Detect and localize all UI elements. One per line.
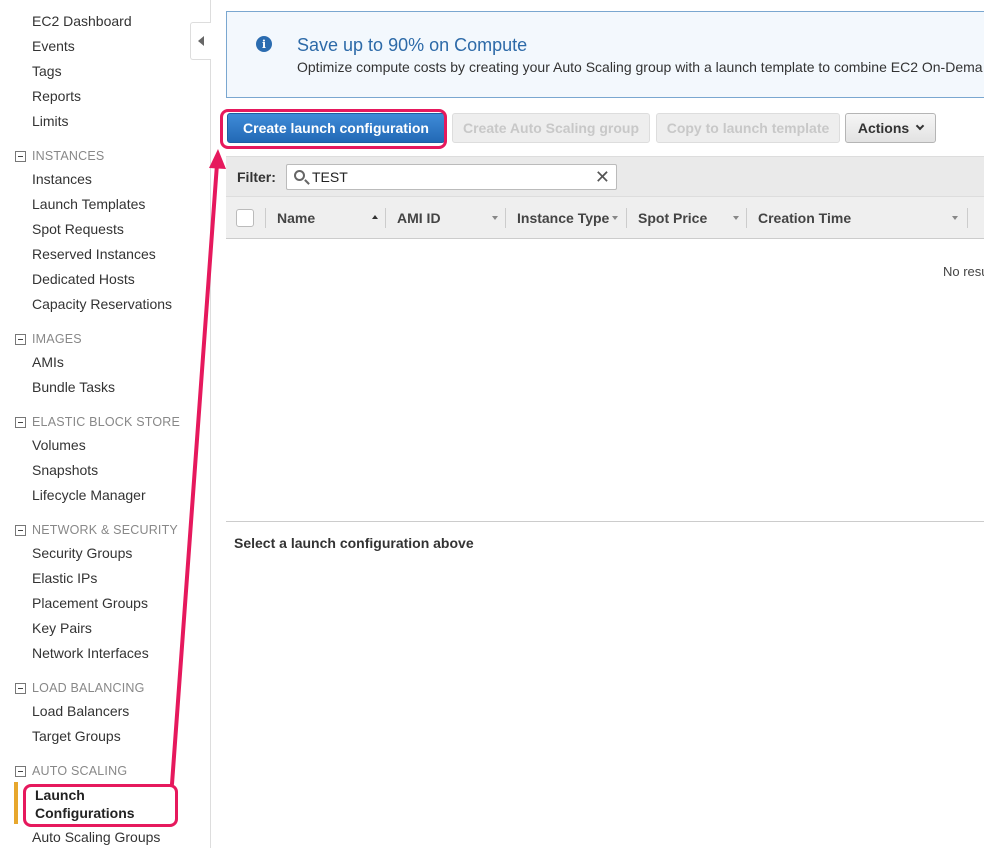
arrow-head	[209, 149, 226, 169]
arrow-shaft	[170, 162, 219, 786]
annotation-arrow	[170, 149, 226, 786]
